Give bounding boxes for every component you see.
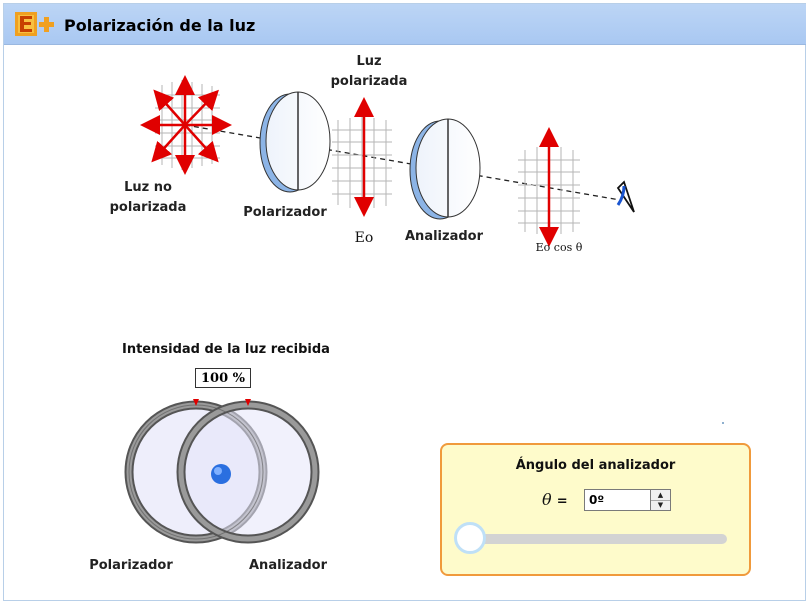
beam-path: [184, 124, 621, 201]
stray-dot: [722, 422, 724, 424]
intensity-title: Intensidad de la luz recibida: [122, 342, 330, 357]
e0-cos-theta-label: Eo cos θ: [535, 241, 583, 254]
polarizer-label: Polarizador: [243, 205, 327, 220]
ring-polarizer-label: Polarizador: [89, 558, 173, 573]
analyzer-angle-panel: Ángulo del analizador θ = 0º ▲ ▼: [440, 443, 751, 576]
polarized-grid: [332, 116, 392, 210]
theta-symbol: θ: [542, 490, 552, 509]
polarizer-disk: [259, 91, 331, 193]
intensity-value: 100 %: [195, 368, 251, 388]
polarized-light-label: Luz polarizada: [330, 54, 408, 89]
e0-label: Eo: [354, 230, 374, 246]
angle-spinner: ▲ ▼: [650, 489, 671, 511]
theta-label: θ =: [542, 490, 568, 509]
eye-icon: [616, 180, 635, 213]
equals-sign: =: [556, 494, 568, 509]
angle-input[interactable]: 0º: [584, 489, 651, 511]
analyzer-label: Analizador: [405, 229, 483, 244]
analyzer-disk: [409, 118, 481, 220]
intensity-rings: [124, 399, 320, 544]
unpolarized-light-label: Luz no polarizada: [109, 180, 187, 215]
ring-analyzer-label: Analizador: [249, 558, 327, 573]
angle-slider-thumb[interactable]: [454, 522, 486, 554]
unpolarized-arrows: [140, 75, 232, 175]
decrement-arrow-icon[interactable]: ▼: [651, 500, 670, 510]
angle-slider-track[interactable]: [457, 534, 727, 544]
panel-title: Ángulo del analizador: [515, 458, 676, 473]
